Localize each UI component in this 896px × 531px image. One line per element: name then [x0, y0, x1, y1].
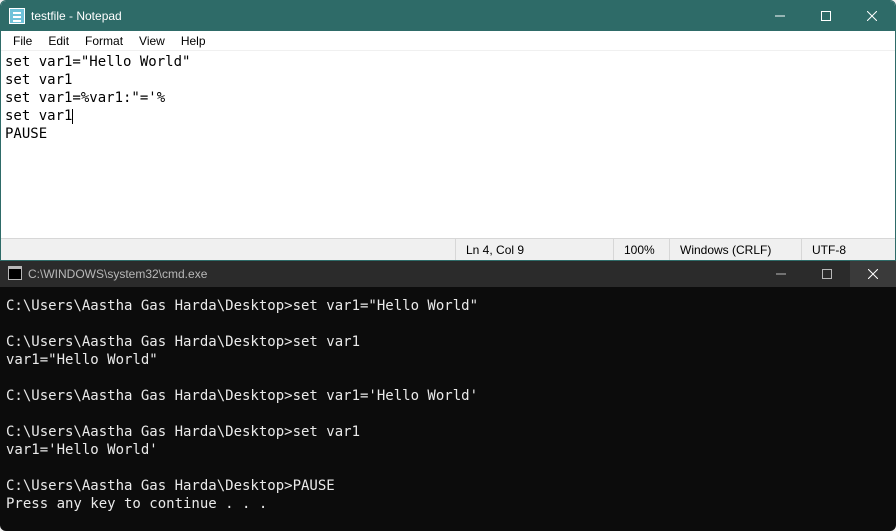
status-flex	[1, 239, 455, 260]
cmd-minimize-button[interactable]	[758, 261, 804, 287]
status-zoom: 100%	[613, 239, 669, 260]
cmd-output[interactable]: C:\Users\Aastha Gas Harda\Desktop>set va…	[0, 287, 896, 531]
menubar: File Edit Format View Help	[1, 31, 895, 51]
close-button[interactable]	[849, 1, 895, 31]
cmd-window: C:\WINDOWS\system32\cmd.exe C:\Users\Aas…	[0, 261, 896, 531]
notepad-icon	[9, 8, 25, 24]
status-encoding: UTF-8	[801, 239, 895, 260]
cmd-close-button[interactable]	[850, 261, 896, 287]
notepad-window: testfile - Notepad File Edit Format View…	[0, 0, 896, 261]
cmd-icon	[8, 268, 22, 280]
cmd-titlebar[interactable]: C:\WINDOWS\system32\cmd.exe	[0, 261, 896, 287]
status-lncol: Ln 4, Col 9	[455, 239, 613, 260]
line: PAUSE	[5, 126, 47, 142]
text-editor[interactable]: set var1="Hello World" set var1 set var1…	[1, 51, 895, 238]
notepad-titlebar[interactable]: testfile - Notepad	[1, 1, 895, 31]
maximize-button[interactable]	[803, 1, 849, 31]
notepad-title-text: testfile - Notepad	[31, 9, 122, 23]
menu-file[interactable]: File	[5, 33, 40, 49]
cmd-maximize-button[interactable]	[804, 261, 850, 287]
line: set var1="Hello World"	[5, 54, 190, 70]
text-caret	[72, 109, 73, 124]
statusbar: Ln 4, Col 9 100% Windows (CRLF) UTF-8	[1, 238, 895, 260]
menu-help[interactable]: Help	[173, 33, 214, 49]
cmd-title-text: C:\WINDOWS\system32\cmd.exe	[28, 267, 207, 281]
line: set var1=%var1:"='%	[5, 90, 165, 106]
minimize-button[interactable]	[757, 1, 803, 31]
menu-edit[interactable]: Edit	[40, 33, 77, 49]
status-eol: Windows (CRLF)	[669, 239, 801, 260]
menu-view[interactable]: View	[131, 33, 173, 49]
menu-format[interactable]: Format	[77, 33, 131, 49]
line: set var1	[5, 108, 72, 124]
line: set var1	[5, 72, 72, 88]
